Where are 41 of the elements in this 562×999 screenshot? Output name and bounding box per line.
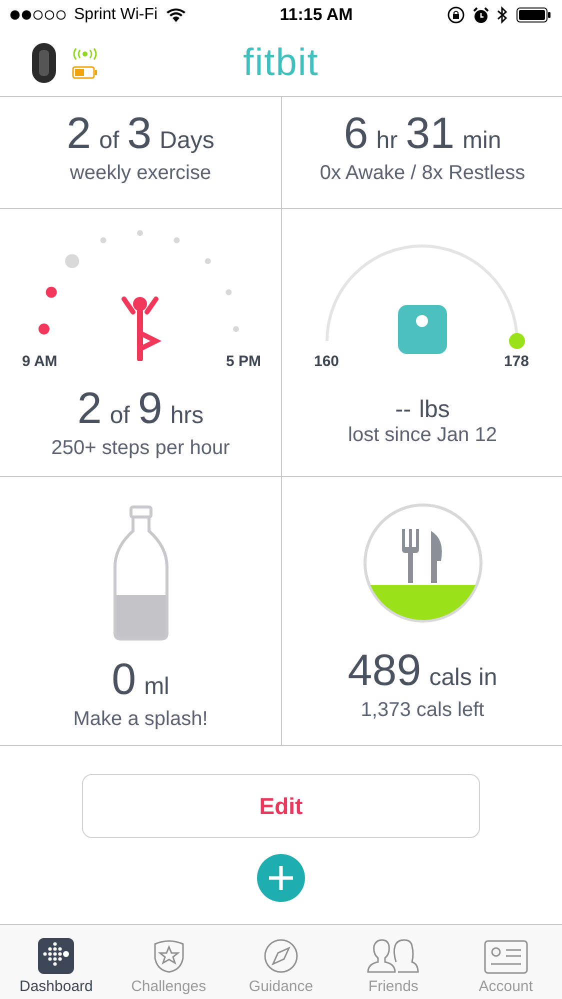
dashboard-tile[interactable]: 0 ml Make a splash!: [0, 477, 282, 745]
signal-icon: [10, 10, 66, 20]
rotation-lock-icon: [447, 6, 465, 24]
status-time: 11:15 AM: [278, 5, 354, 25]
tile-caption: 1,373 cals left: [360, 698, 484, 722]
add-button[interactable]: [257, 854, 305, 902]
tile-value: 489 cals in: [348, 648, 498, 692]
tile-value: 6 hr 31 min: [344, 112, 502, 156]
edit-button[interactable]: Edit: [82, 774, 480, 838]
start-weight: 160: [314, 353, 340, 370]
carrier-name: Sprint Wi-Fi: [74, 6, 158, 24]
dashboard-tile[interactable]: 489 cals in 1,373 cals left: [282, 477, 562, 745]
battery-icon: [516, 7, 552, 23]
dashboard-tile[interactable]: 160 178 -- lbs lost since Jan 12: [282, 209, 562, 477]
dashboard-tile[interactable]: 6 hr 31 min 0x Awake / 8x Restless: [282, 97, 562, 209]
tile-value: -- lbs: [395, 398, 450, 422]
wifi-icon: [166, 8, 186, 22]
bluetooth-icon: [497, 6, 508, 24]
dashboard-icon: [38, 938, 74, 974]
tile-caption: weekly exercise: [70, 162, 212, 185]
tile-caption: 0x Awake / 8x Restless: [320, 162, 526, 185]
tile-value: 2 of 9 hrs: [77, 386, 204, 430]
people-icon: [366, 938, 420, 974]
plus-icon: [268, 865, 294, 891]
fitbit-logo: fitbit: [243, 42, 319, 84]
tile-value: 2 of 3 Days: [66, 112, 214, 156]
tile-value: 0 ml: [112, 658, 170, 702]
sync-signal-icon: [72, 48, 98, 60]
tile-caption: lost since Jan 12: [348, 424, 497, 447]
tab-bar-item[interactable]: Dashboard: [0, 925, 112, 999]
compass-icon: [263, 938, 300, 974]
dashboard-tile[interactable]: 2 of 3 Days weekly exercise: [0, 97, 282, 209]
alarm-icon: [473, 6, 489, 24]
tracker-battery-icon: [72, 66, 98, 78]
start-time: 9 AM: [22, 353, 58, 370]
tile-caption: 250+ steps per hour: [51, 436, 230, 460]
dashboard-tile[interactable]: 9 AM 5 PM 2 of 9 hrs 250+ steps per hour: [0, 209, 282, 477]
goal-weight: 178: [504, 353, 529, 370]
end-time: 5 PM: [226, 353, 261, 370]
id-card-icon: [484, 940, 528, 974]
tile-caption: Make a splash!: [73, 708, 208, 730]
